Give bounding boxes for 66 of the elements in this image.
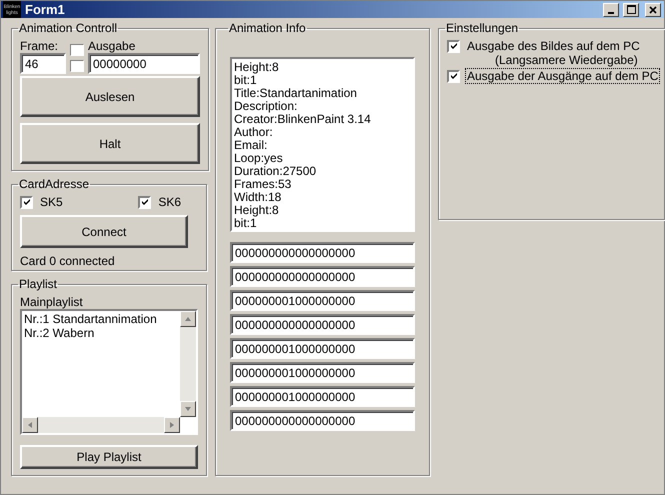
group-title: Animation Info [228,21,307,35]
checkbox-label[interactable]: SK6 [157,195,182,209]
list-item[interactable]: Nr.:1 Standartannimation [24,312,178,326]
checkbox[interactable] [447,70,460,82]
checkbox[interactable] [138,196,152,208]
bit-field[interactable]: 000000000000000000 [230,266,415,287]
playlist-box[interactable]: Nr.:1 Standartannimation Nr.:2 Wabern [20,309,198,435]
bit-field[interactable]: 000000001000000000 [230,362,415,383]
memo-line: Description: [234,100,298,113]
checkbox[interactable] [447,40,460,52]
spin-down-button[interactable] [70,60,84,72]
memo-line: bit:1 [234,217,257,230]
bit-field[interactable]: 000000001000000000 [230,338,415,359]
group-title: CardAdresse [18,177,90,191]
scrollbar[interactable] [22,417,180,433]
memo-line: bit:1 [234,74,257,87]
checkbox-label[interactable]: Ausgabe der Ausgänge auf dem PC [466,69,660,83]
group-title: Einstellungen [445,21,520,35]
memo-line: Duration:27500 [234,165,318,178]
action-button[interactable]: Auslesen [20,76,200,117]
memo-line: Author: [234,126,274,139]
list-item[interactable]: Nr.:2 Wabern [24,326,178,340]
frame-field[interactable]: 46 [20,53,66,74]
close-button[interactable] [645,2,661,16]
checkbox-label[interactable]: SK5 [39,195,64,209]
window-title: Form1 [25,2,66,17]
connect-button[interactable]: Connect [20,215,188,248]
list-label: Mainplaylist [20,295,84,309]
arrow-icon [184,315,192,323]
output-field[interactable]: 00000000 [88,53,200,74]
memo-line: Width:18 [234,191,282,204]
check-icon [450,72,458,80]
memo-line: Frames:53 [234,178,292,191]
minimize-icon [608,12,614,14]
bit-field[interactable]: 000000001000000000 [230,290,415,311]
spin-up-button[interactable] [70,44,84,56]
maximize-button[interactable] [623,2,639,16]
check-icon [140,198,149,206]
bit-field[interactable]: 000000000000000000 [230,242,415,263]
checkbox[interactable] [20,196,33,208]
bit-field[interactable]: 000000000000000000 [230,410,415,431]
play-button[interactable]: Play Playlist [20,445,198,469]
group-title: Playlist [18,277,58,291]
close-icon [649,6,657,14]
minimize-button[interactable] [603,2,619,16]
bit-field[interactable]: 000000000000000000 [230,314,415,335]
checkbox-label[interactable]: Ausgabe des Bildes auf dem PC [466,39,641,53]
memo-line: Title:Standartanimation [234,87,358,100]
memo-line: Email: [234,139,268,152]
memo-line: Height:8 [234,61,280,74]
arrow-icon [26,421,34,429]
memo-line: Loop:yes [234,152,284,165]
info-memo[interactable]: Height:8 bit:1 Title:Standartanimation Description: Creator:BlinkenPaint 3.14 Author: Email: Loop:yes Duration:27500 Frames:53 Width:18 Height:8 bit:1 [230,57,415,232]
check-icon [22,198,30,206]
field-label: Ausgabe [88,39,136,53]
note-text: (Langsamere Wiedergabe) [494,53,639,67]
scrollbar[interactable] [180,311,196,417]
status-text: Card 0 connected [20,254,116,268]
memo-line: Creator:BlinkenPaint 3.14 [234,113,372,126]
field-label: Frame: [20,39,60,53]
check-icon [450,42,458,50]
action-button[interactable]: Halt [20,123,200,164]
memo-line: Height:8 [234,204,280,217]
maximize-icon [626,5,636,14]
group-title: Animation Controll [18,21,118,35]
bit-field[interactable]: 000000001000000000 [230,386,415,407]
